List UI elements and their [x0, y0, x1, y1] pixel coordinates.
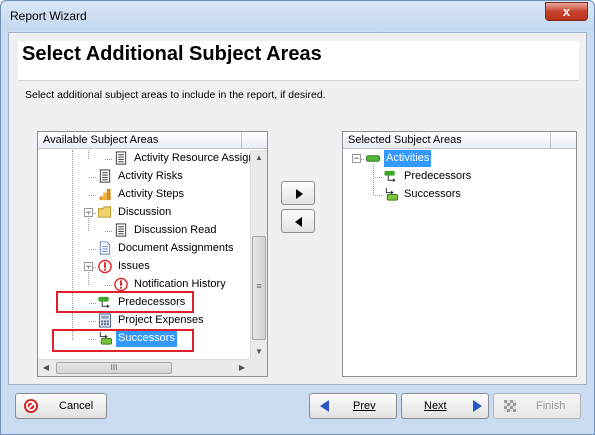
selected-item-label: Successors: [404, 188, 461, 200]
tree-connector: [375, 177, 382, 178]
scroll-down-icon[interactable]: ▼: [251, 344, 267, 360]
tree-connector: [375, 195, 382, 196]
issue-icon: [98, 259, 112, 274]
folder-icon: [97, 206, 112, 218]
tree-connector: [89, 321, 96, 322]
horizontal-scroll-thumb[interactable]: III: [56, 362, 172, 374]
next-label: Next: [424, 400, 447, 412]
cancel-button[interactable]: Cancel: [15, 393, 107, 419]
grip-icon: ≡: [256, 281, 262, 291]
vertical-scrollbar[interactable]: ▲ ≡ ▼: [250, 150, 267, 360]
finish-button[interactable]: Finish: [493, 393, 581, 419]
scroll-up-icon[interactable]: ▲: [251, 150, 267, 166]
available-item-label: Project Expenses: [118, 314, 204, 326]
checkered-flag-icon: [504, 400, 516, 412]
predecessors-highlight-box: [56, 291, 194, 313]
calculator-icon: [98, 313, 112, 328]
next-button[interactable]: Next: [401, 393, 489, 419]
available-item-label: Activity Risks: [118, 170, 183, 182]
available-item-label: Issues: [118, 260, 150, 272]
column-separator: [550, 132, 551, 149]
cancel-label: Cancel: [59, 400, 94, 412]
horizontal-scrollbar[interactable]: ◀ III ▶: [38, 359, 250, 376]
vertical-scroll-thumb[interactable]: ≡: [252, 236, 266, 340]
selected-column-header[interactable]: Selected Subject Areas: [343, 132, 576, 149]
tree-connector: [105, 285, 112, 286]
arrow-left-icon: [295, 217, 302, 227]
available-item-label: Activity Resource Assignm: [134, 152, 264, 164]
arrow-right-icon: [296, 189, 303, 199]
page-icon: [99, 241, 111, 255]
document-icon: [99, 169, 111, 183]
instructions-text: Select additional subject areas to inclu…: [25, 89, 326, 101]
available-item-label: Activity Steps: [118, 188, 185, 200]
button-bar: Cancel Prev Next Finish: [8, 390, 587, 430]
column-separator: [241, 132, 242, 149]
tree-connector: [89, 195, 96, 196]
prev-arrow-icon: [320, 400, 329, 412]
tree-connector: [89, 249, 96, 250]
finish-label: Finish: [536, 400, 566, 412]
prev-button[interactable]: Prev: [309, 393, 397, 419]
available-item-label: Document Assignments: [118, 242, 234, 254]
selected-item-label: Predecessors: [404, 170, 472, 182]
predecessor-icon: [384, 170, 396, 183]
available-item-label: Discussion Read: [134, 224, 217, 236]
tree-guide-line: [373, 164, 374, 195]
report-wizard-window: Report Wizard x Select Additional Subjec…: [0, 0, 595, 435]
selected-tree[interactable]: Activities − Predecessors Successors: [343, 150, 576, 376]
tree-guide-line: [88, 150, 89, 159]
tree-connector: [105, 159, 112, 160]
scroll-left-icon[interactable]: ◀: [38, 360, 54, 376]
prev-label: Prev: [353, 400, 376, 412]
collapse-icon[interactable]: −: [352, 154, 361, 163]
document-icon: [115, 223, 127, 237]
next-arrow-icon: [473, 400, 482, 412]
successors-highlight-box: [52, 329, 194, 352]
cancel-icon: [24, 399, 38, 413]
title-bar[interactable]: Report Wizard x: [1, 1, 594, 31]
add-subject-area-button[interactable]: [281, 181, 315, 205]
tree-connector: [105, 231, 112, 232]
tree-guide-line: [88, 267, 89, 285]
close-button[interactable]: x: [545, 2, 588, 21]
tree-guide-line: [88, 213, 89, 231]
selected-item-label: Activities: [384, 150, 432, 167]
scroll-right-icon[interactable]: ▶: [234, 360, 250, 376]
successor-icon: [385, 187, 399, 201]
issue-icon: [114, 277, 128, 292]
page-title: Select Additional Subject Areas: [22, 43, 322, 65]
available-column-header[interactable]: Available Subject Areas: [38, 132, 267, 149]
scroll-corner: [250, 359, 267, 376]
selected-subject-areas-panel[interactable]: Selected Subject Areas Activities − Predec…: [342, 131, 577, 377]
tree-connector: [89, 177, 96, 178]
window-title: Report Wizard: [10, 9, 87, 23]
document-icon: [115, 151, 127, 165]
steps-icon: [99, 188, 111, 201]
wizard-header: Select Additional Subject Areas: [18, 41, 579, 81]
available-item-label: Discussion: [118, 206, 172, 218]
remove-subject-area-button[interactable]: [281, 209, 315, 233]
